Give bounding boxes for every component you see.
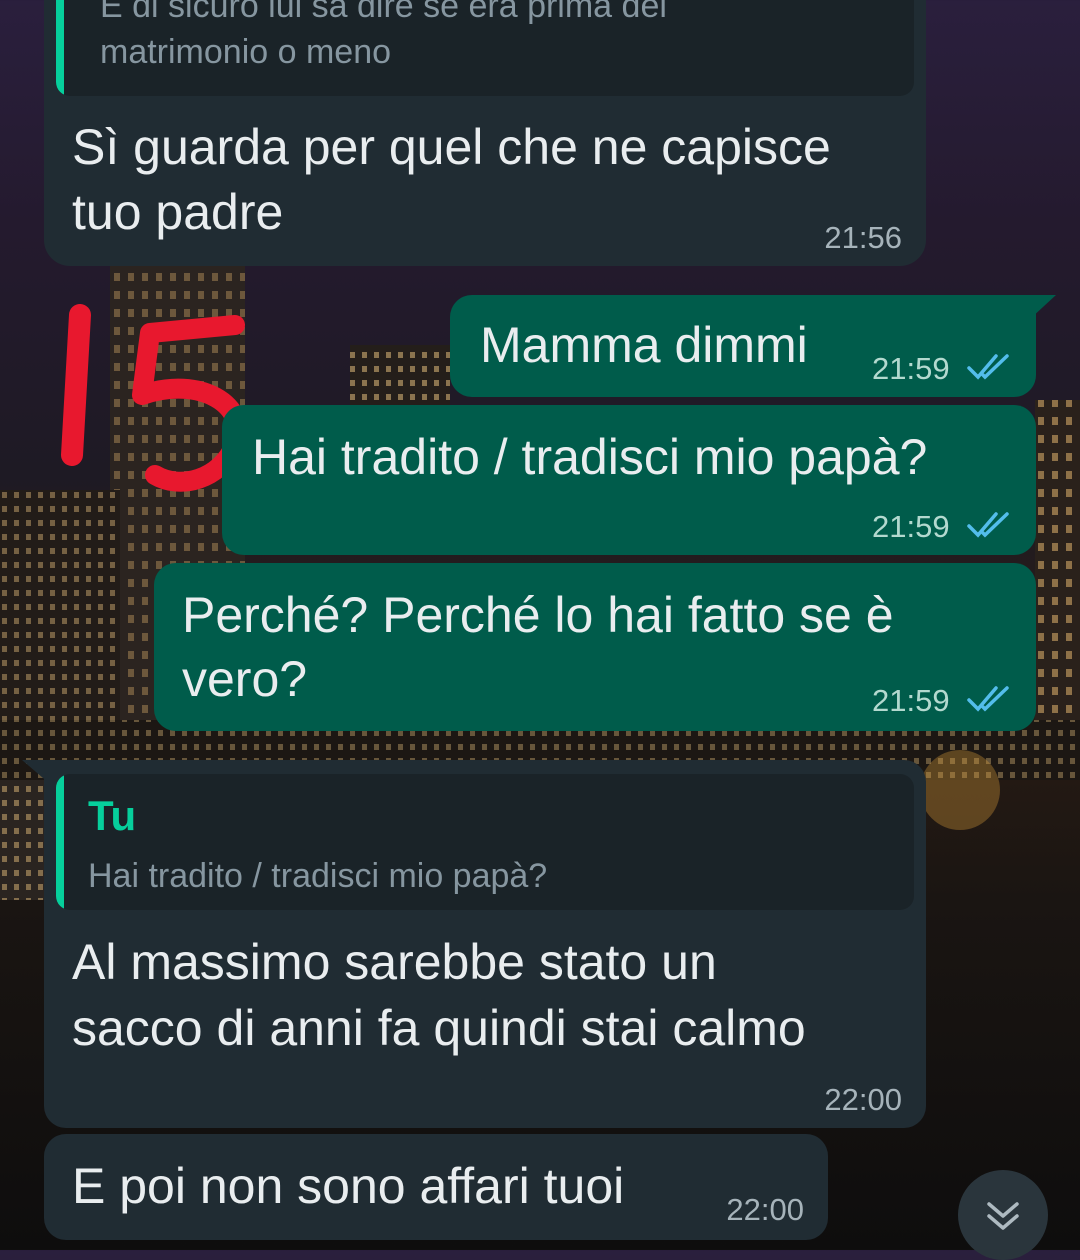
message-time: 21:56 bbox=[824, 220, 902, 255]
message-text: sacco di anni fa quindi stai calmo bbox=[72, 1000, 806, 1056]
quoted-message[interactable]: E di sicuro lui sa dire se era prima del… bbox=[56, 0, 914, 96]
quote-text: Hai tradito / tradisci mio papà? bbox=[88, 857, 548, 895]
message-text: vero? bbox=[182, 651, 308, 707]
message-time: 21:59 bbox=[872, 351, 950, 386]
double-check-icon bbox=[967, 512, 1009, 538]
double-check-icon bbox=[967, 686, 1009, 712]
message-text: Mamma dimmi bbox=[480, 317, 808, 373]
message-outgoing[interactable]: Mamma dimmi 21:59 bbox=[450, 295, 1036, 397]
message-text: Al massimo sarebbe stato un bbox=[72, 934, 717, 990]
quote-accent-bar bbox=[56, 0, 64, 96]
quote-author: Tu bbox=[88, 792, 137, 839]
message-text: tuo padre bbox=[72, 184, 284, 240]
message-text: E poi non sono affari tuoi bbox=[72, 1158, 625, 1214]
message-text: Perché? Perché lo hai fatto se è bbox=[182, 587, 894, 643]
message-time: 21:59 bbox=[872, 683, 950, 718]
message-time: 22:00 bbox=[824, 1082, 902, 1117]
quote-text: E di sicuro lui sa dire se era prima del bbox=[100, 0, 667, 25]
message-text: Hai tradito / tradisci mio papà? bbox=[252, 429, 928, 485]
message-time: 21:59 bbox=[872, 509, 950, 544]
quoted-message[interactable]: Tu Hai tradito / tradisci mio papà? bbox=[56, 774, 914, 910]
bubble-tail bbox=[1030, 295, 1056, 319]
message-text: Sì guarda per quel che ne capisce bbox=[72, 119, 831, 175]
double-check-icon bbox=[967, 354, 1009, 380]
quote-text: matrimonio o meno bbox=[100, 33, 392, 71]
quote-accent-bar bbox=[56, 774, 64, 910]
message-incoming[interactable]: Tu Hai tradito / tradisci mio papà? Al m… bbox=[44, 760, 926, 1128]
message-incoming[interactable]: E poi non sono affari tuoi 22:00 bbox=[44, 1134, 828, 1240]
message-incoming[interactable]: E di sicuro lui sa dire se era prima del… bbox=[44, 0, 926, 266]
chevron-double-down-icon bbox=[987, 1202, 1019, 1230]
message-outgoing[interactable]: Hai tradito / tradisci mio papà? 21:59 bbox=[222, 405, 1036, 555]
scroll-down-button[interactable] bbox=[958, 1170, 1048, 1260]
message-outgoing[interactable]: Perché? Perché lo hai fatto se è vero? 2… bbox=[154, 563, 1036, 731]
message-time: 22:00 bbox=[726, 1192, 804, 1227]
